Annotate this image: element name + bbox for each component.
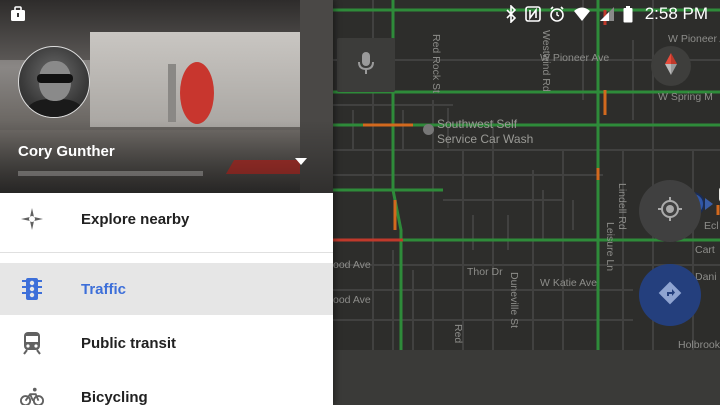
poi-name-line-1: Southwest Self bbox=[437, 117, 518, 131]
poi-name-line-2: Service Car Wash bbox=[437, 132, 534, 146]
alarm-icon bbox=[549, 6, 565, 22]
briefcase-icon bbox=[10, 6, 26, 22]
avatar[interactable] bbox=[18, 46, 90, 118]
menu-item-explore-nearby[interactable]: Explore nearby bbox=[0, 193, 333, 245]
train-icon bbox=[20, 331, 44, 355]
menu-label-public-transit: Public transit bbox=[81, 334, 177, 352]
street-label-w-pioneer-top: W Pioneer Ave bbox=[540, 52, 610, 64]
account-header[interactable]: Cory Gunther bbox=[0, 0, 333, 193]
bicycle-icon bbox=[20, 385, 44, 405]
nfc-icon bbox=[524, 6, 541, 22]
street-label-edge-2: Cart bbox=[695, 244, 715, 256]
crosshair-icon bbox=[657, 196, 683, 227]
signal-icon bbox=[599, 6, 615, 22]
compass-icon bbox=[662, 52, 680, 81]
my-location-button[interactable] bbox=[639, 180, 701, 242]
user-name: Cory Gunther bbox=[18, 143, 115, 160]
voice-search-button[interactable] bbox=[337, 38, 395, 92]
account-switcher-chevron-icon[interactable] bbox=[295, 158, 307, 165]
navigation-drawer: Cory Gunther Explore nearby Traffic Publ… bbox=[0, 0, 333, 405]
menu-label-explore-nearby: Explore nearby bbox=[81, 210, 190, 228]
compass-star-icon bbox=[20, 207, 44, 231]
street-label-duneville: Duneville St bbox=[508, 272, 520, 329]
menu-label-traffic: Traffic bbox=[81, 280, 127, 298]
status-bar: 2:58 PM bbox=[0, 0, 720, 28]
menu-divider bbox=[0, 252, 333, 253]
street-label-edge-1: Ecl bbox=[704, 220, 719, 232]
wifi-icon bbox=[573, 6, 591, 22]
street-label-leisure: Leisure Ln bbox=[604, 222, 616, 272]
directions-icon bbox=[658, 281, 682, 310]
poi-label[interactable]: Southwest Self Service Car Wash bbox=[437, 117, 533, 147]
account-email-redacted bbox=[18, 171, 203, 176]
street-label-lindell: Lindell Rd bbox=[616, 183, 628, 230]
street-label-thor: Thor Dr bbox=[467, 266, 503, 278]
street-label-w-spring: W Spring M bbox=[658, 91, 713, 103]
menu-item-public-transit[interactable]: Public transit bbox=[0, 317, 333, 369]
street-label-red-rock: Red Rock St bbox=[430, 34, 442, 93]
compass-button[interactable] bbox=[651, 46, 691, 86]
street-label-w-katie: W Katie Ave bbox=[540, 277, 598, 289]
map-bottom-bar bbox=[333, 350, 720, 405]
street-label-w-pioneer-right: W Pioneer Ave bbox=[668, 33, 720, 45]
battery-icon bbox=[623, 5, 633, 23]
street-label-edge-3: Dani bbox=[695, 271, 717, 283]
traffic-light-icon bbox=[20, 277, 44, 301]
directions-button[interactable] bbox=[639, 264, 701, 326]
poi-marker[interactable] bbox=[423, 124, 434, 135]
microphone-icon bbox=[356, 51, 376, 80]
heading-arrow-icon bbox=[705, 198, 713, 210]
street-label-red: Red bbox=[452, 324, 464, 344]
menu-item-traffic[interactable]: Traffic bbox=[0, 263, 333, 315]
menu-item-bicycling[interactable]: Bicycling bbox=[0, 371, 333, 405]
menu-label-bicycling: Bicycling bbox=[81, 388, 148, 405]
street-label-ood-ave-1: ood Ave bbox=[333, 259, 371, 271]
status-time: 2:58 PM bbox=[644, 4, 708, 23]
street-label-ood-ave-2: ood Ave bbox=[333, 294, 371, 306]
bluetooth-icon bbox=[505, 5, 517, 23]
